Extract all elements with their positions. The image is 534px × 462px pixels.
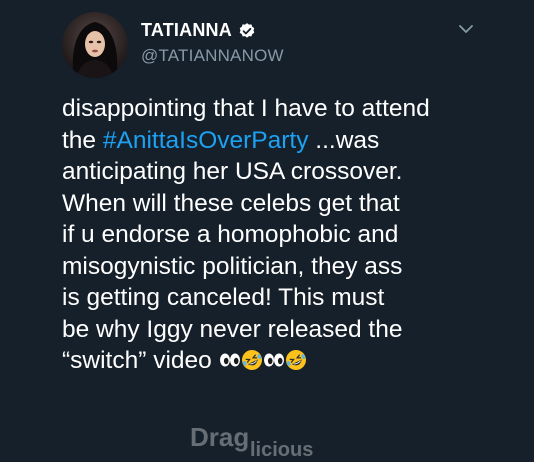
- eyes-emoji-icon: [219, 348, 241, 370]
- tweet-line: anticipating her USA crossover.: [62, 158, 403, 185]
- chevron-down-icon[interactable]: [455, 18, 477, 40]
- tweet-line-prefix: the: [62, 126, 103, 154]
- rofl-emoji-icon: [285, 348, 307, 370]
- eyes-emoji-icon: [263, 348, 285, 370]
- tweet-text: disappointing that I have to attend the …: [62, 93, 522, 377]
- rofl-emoji-icon: [241, 348, 263, 370]
- verified-badge-icon: [238, 22, 256, 40]
- tweet-line: is getting canceled! This must: [62, 284, 385, 311]
- hashtag-link[interactable]: #AnittaIsOverParty: [103, 127, 309, 154]
- tweet-line: if u endorse a homophobic and: [62, 221, 399, 248]
- tweet-line-suffix: ...was: [308, 126, 380, 154]
- watermark-logo: Drag licious: [190, 418, 350, 461]
- user-handle[interactable]: @TATIANNANOW: [141, 46, 284, 66]
- display-name[interactable]: TATIANNA: [141, 20, 232, 41]
- tweet-line: disappointing that I have to attend: [62, 95, 430, 122]
- avatar[interactable]: [62, 12, 128, 78]
- tweet-card: TATIANNA @TATIANNANOW disappointing that…: [0, 0, 534, 462]
- tweet-line-text: “switch” video: [62, 347, 219, 374]
- watermark-part1: Drag: [190, 422, 249, 452]
- tweet-line: When will these celebs get that: [62, 189, 400, 217]
- avatar-image: [62, 12, 128, 78]
- tweet-line: misogynistic politician, they ass: [62, 252, 403, 280]
- name-row: TATIANNA: [141, 20, 256, 41]
- tweet-line: the #AnittaIsOverParty ...was: [62, 125, 522, 157]
- watermark-part2: licious: [250, 439, 313, 458]
- tweet-line: be why Iggy never released the: [62, 315, 403, 343]
- tweet-line-last: “switch” video: [62, 345, 522, 377]
